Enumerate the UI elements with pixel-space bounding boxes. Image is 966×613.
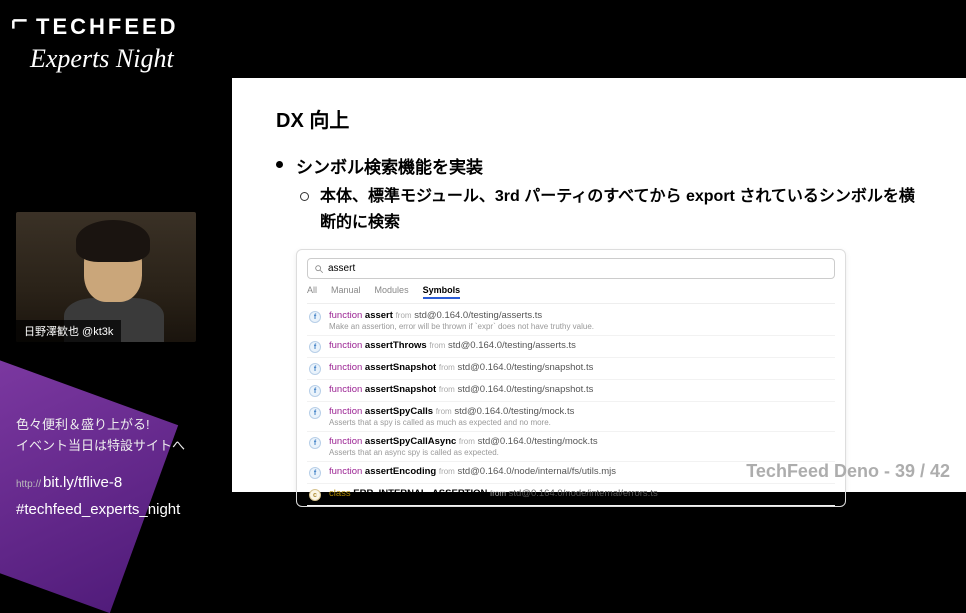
search-result[interactable]: cclass ERR_INTERNAL_ASSERTION from std@0… bbox=[307, 484, 835, 506]
search-input[interactable] bbox=[328, 263, 828, 274]
page-counter: TechFeed Deno - 39 / 42 bbox=[746, 461, 950, 482]
presentation-slide: DX 向上 シンボル検索機能を実装 本体、標準モジュール、3rd パーティのすべ… bbox=[232, 78, 966, 492]
search-icon bbox=[314, 264, 324, 274]
tab-all[interactable]: All bbox=[307, 285, 317, 299]
search-result[interactable]: ffunction assertSnapshot from std@0.164.… bbox=[307, 358, 835, 380]
event-url[interactable]: http://bit.ly/tflive-8 bbox=[16, 469, 180, 496]
class-badge-icon: c bbox=[309, 489, 321, 501]
search-result[interactable]: ffunction assert from std@0.164.0/testin… bbox=[307, 306, 835, 336]
search-bar[interactable] bbox=[307, 258, 835, 279]
tab-symbols[interactable]: Symbols bbox=[423, 285, 461, 299]
bullet-2: 本体、標準モジュール、3rd パーティのすべてから export されているシン… bbox=[276, 184, 922, 235]
function-badge-icon: f bbox=[309, 437, 321, 449]
event-hashtag[interactable]: #techfeed_experts_night bbox=[16, 496, 180, 523]
search-result[interactable]: ffunction assertSpyCallAsync from std@0.… bbox=[307, 432, 835, 462]
function-badge-icon: f bbox=[309, 407, 321, 419]
bullet-1: シンボル検索機能を実装 bbox=[276, 153, 922, 178]
function-badge-icon: f bbox=[309, 341, 321, 353]
promo-line1: 色々便利＆盛り上がる! bbox=[16, 415, 185, 436]
speaker-name-tag: 日野澤歓也 @kt3k bbox=[16, 320, 121, 342]
function-badge-icon: f bbox=[309, 467, 321, 479]
speaker-webcam: 日野澤歓也 @kt3k bbox=[16, 212, 196, 342]
brand-logo: TECHFEED bbox=[10, 14, 179, 40]
tab-modules[interactable]: Modules bbox=[375, 285, 409, 299]
promo-text: 色々便利＆盛り上がる! イベント当日は特設サイトへ bbox=[16, 415, 185, 457]
techfeed-mark-icon bbox=[10, 17, 30, 37]
function-badge-icon: f bbox=[309, 363, 321, 375]
promo-line2: イベント当日は特設サイトへ bbox=[16, 436, 185, 457]
brand-name: TECHFEED bbox=[36, 14, 179, 40]
search-result[interactable]: ffunction assertThrows from std@0.164.0/… bbox=[307, 336, 835, 358]
link-block: http://bit.ly/tflive-8 #techfeed_experts… bbox=[16, 469, 180, 523]
tab-manual[interactable]: Manual bbox=[331, 285, 361, 299]
brand-subtitle: Experts Night bbox=[30, 44, 174, 74]
function-badge-icon: f bbox=[309, 385, 321, 397]
search-result[interactable]: ffunction assertSnapshot from std@0.164.… bbox=[307, 380, 835, 402]
search-tabs: All Manual Modules Symbols bbox=[307, 285, 835, 304]
search-result[interactable]: ffunction assertSpyCalls from std@0.164.… bbox=[307, 402, 835, 432]
function-badge-icon: f bbox=[309, 311, 321, 323]
slide-heading: DX 向上 bbox=[276, 104, 922, 133]
